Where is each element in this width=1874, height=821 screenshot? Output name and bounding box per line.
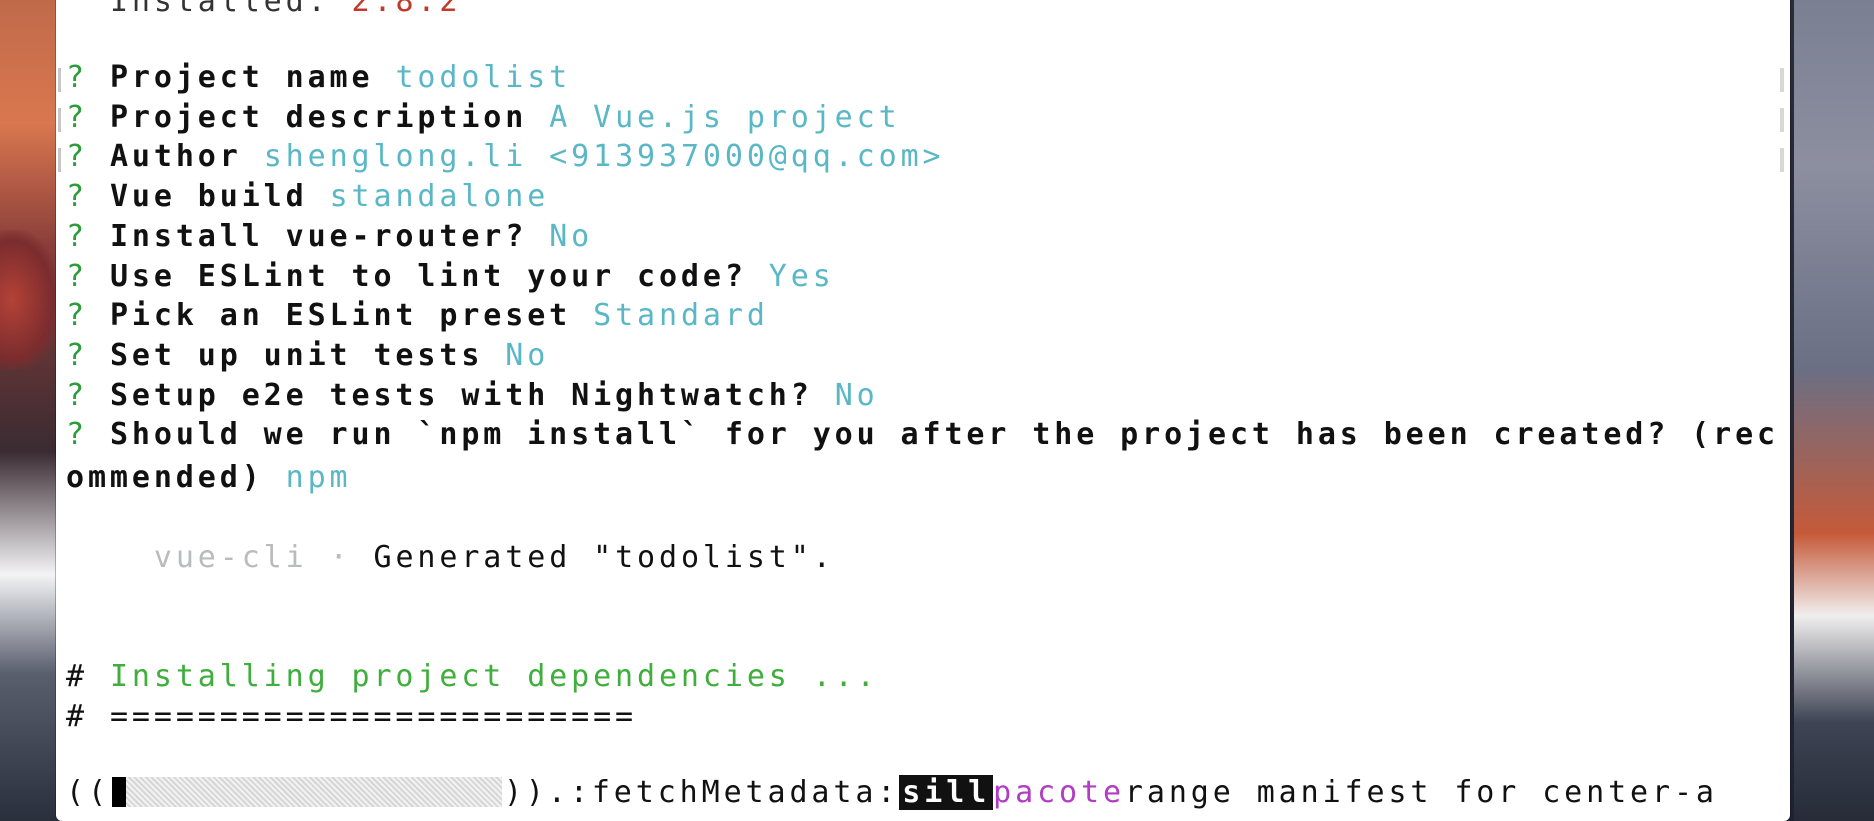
wrapped-line: ommended) npm — [66, 460, 352, 495]
module-name: pacote — [993, 774, 1125, 810]
prompt-answer: Standard — [593, 298, 769, 334]
prompt-question: Use ESLint to lint your code? — [109, 258, 747, 294]
prompt-marker: ? — [66, 258, 88, 294]
prompt-answer: shenglong.li <913937000@qq.com> — [263, 139, 945, 175]
prompt-question: Vue build — [109, 179, 308, 215]
progress-line: (()) .: fetchMetadata: sill pacote range… — [66, 774, 1718, 810]
installing-line: # Installing project dependencies ... — [66, 659, 879, 694]
prompt-answer: Yes — [768, 258, 835, 294]
prompt-line: ? Project description A Vue.js project — [66, 98, 901, 138]
prompt-answer: No — [549, 218, 594, 254]
prompt-answer: standalone — [329, 179, 550, 215]
prompt-marker: ? — [66, 218, 88, 254]
prompt-line: ? Setup e2e tests with Nightwatch? No — [66, 376, 879, 416]
prompt-answer: No — [834, 377, 879, 413]
prompt-answer: A Vue.js project — [549, 99, 901, 135]
installing-message: Installing project dependencies ... — [109, 659, 879, 694]
desktop-wallpaper-right — [1794, 0, 1874, 821]
prompt-marker: ? — [66, 337, 88, 373]
task-name: fetchMetadata: — [591, 774, 900, 810]
generated-line: vue-cli · Generated "todolist". — [153, 540, 835, 575]
prompt-line: ? Pick an ESLint preset Standard — [66, 296, 769, 336]
scroll-marker — [1780, 148, 1784, 172]
prompt-marker: ? — [66, 298, 88, 334]
spinner-icon: .: — [547, 774, 592, 810]
generator-name: vue-cli — [153, 540, 308, 575]
prompt-marker: ? — [66, 139, 88, 175]
prompt-question: Pick an ESLint preset — [109, 298, 572, 334]
prompt-line: ? Should we run `npm install` for you af… — [66, 415, 1790, 455]
progress-message: range manifest for center-a — [1124, 774, 1718, 810]
desktop-wallpaper-left — [0, 0, 60, 821]
prompt-line: ? Install vue-router? No — [66, 217, 593, 257]
prompt-answer: todolist — [395, 60, 572, 95]
scroll-marker — [1780, 108, 1784, 132]
prompt-marker: ? — [66, 377, 88, 413]
prompt-question: Set up unit tests — [109, 337, 484, 373]
scroll-marker — [58, 108, 61, 132]
scroll-marker — [58, 148, 61, 172]
progress-bar — [111, 777, 502, 807]
generated-message: Generated "todolist". — [373, 540, 835, 575]
prompt-line: ? Author shenglong.li <913937000@qq.com> — [66, 137, 945, 177]
prompt-question: Author — [109, 139, 242, 175]
prompt-marker: ? — [66, 417, 88, 453]
prompt-answer: No — [505, 337, 550, 373]
separator-line: # ======================== — [66, 699, 638, 734]
progress-fill — [111, 777, 126, 807]
prompt-marker: ? — [66, 60, 88, 95]
prompt-question: Project description — [109, 99, 528, 135]
log-level-badge: sill — [899, 774, 994, 810]
prompt-question: Should we run `npm install` for you afte… — [109, 417, 1780, 453]
prompt-marker: ? — [66, 179, 88, 215]
prompt-line: ? Set up unit tests No — [66, 336, 549, 376]
prompt-question: Project name — [109, 60, 374, 95]
prompt-question: Setup e2e tests with Nightwatch? — [109, 377, 813, 413]
prompt-line: ? Use ESLint to lint your code? Yes — [66, 257, 835, 297]
prompt-line: ? Vue build standalone — [66, 177, 549, 217]
terminal-window[interactable]: Installed: 2.8.2 ? Project name todolist… — [56, 0, 1790, 821]
prompt-marker: ? — [66, 99, 88, 135]
installed-line: Installed: 2.8.2 — [109, 0, 462, 19]
prompt-line: ? Project name todolist — [66, 58, 571, 98]
prompt-question: Install vue-router? — [109, 218, 528, 254]
scroll-marker — [58, 68, 61, 92]
scroll-marker — [1780, 68, 1784, 92]
